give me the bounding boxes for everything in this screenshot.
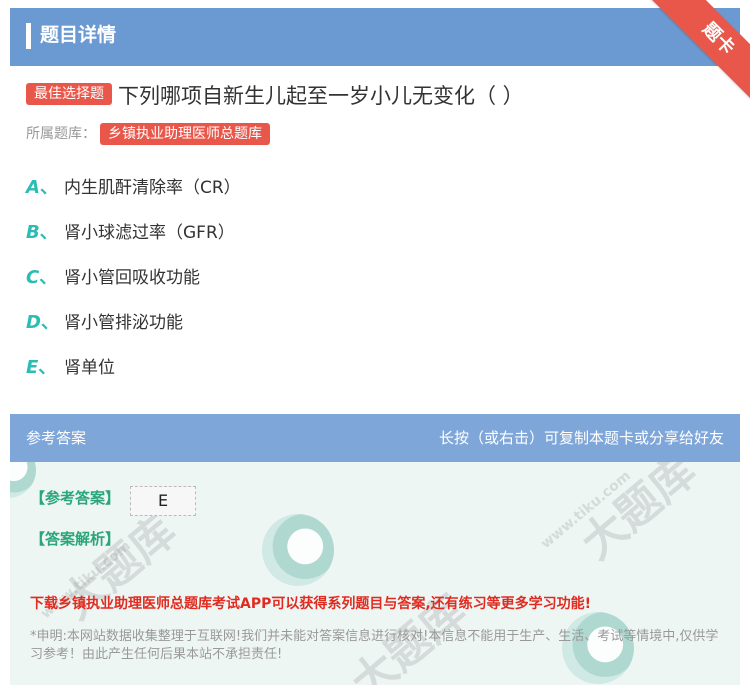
option-text: 肾小球滤过率（GFR）: [64, 223, 235, 243]
watermark-logo-icon: [262, 514, 334, 586]
answer-section-header: 参考答案 长按（或右击）可复制本题卡或分享给好友: [10, 414, 740, 462]
option-text: 肾小管排泌功能: [64, 313, 183, 333]
option-text: 内生肌酐清除率（CR）: [64, 178, 241, 198]
disclaimer-text: *申明:本网站数据收集整理于互联网!我们并未能对答案信息进行核对!本信息不能用于…: [30, 629, 719, 662]
bank-tag[interactable]: 乡镇执业助理医师总题库: [100, 123, 270, 145]
bank-label: 所属题库：: [26, 126, 96, 142]
option-letter: B、: [26, 222, 58, 243]
download-app-link[interactable]: 下载乡镇执业助理医师总题库考试APP可以获得系列题目与答案,还有练习等更多学习功…: [30, 593, 591, 613]
option-b[interactable]: B、 肾小球滤过率（GFR）: [26, 220, 235, 246]
option-letter: A、: [26, 177, 58, 198]
question-type-badge: 最佳选择题: [26, 82, 112, 105]
page-title: 题目详情: [40, 24, 117, 46]
option-a[interactable]: A、 内生肌酐清除率（CR）: [26, 175, 241, 201]
option-d[interactable]: D、 肾小管排泌功能: [26, 310, 183, 336]
question-row: 最佳选择题 下列哪项自新生儿起至一岁小儿无变化（ ）: [26, 80, 726, 110]
share-hint: 长按（或右击）可复制本题卡或分享给好友: [438, 429, 724, 447]
option-text: 肾小管回吸收功能: [64, 268, 200, 288]
answer-value: E: [130, 486, 196, 516]
option-e[interactable]: E、 肾单位: [26, 355, 115, 381]
question-text: 下列哪项自新生儿起至一岁小儿无变化（ ）: [118, 84, 524, 108]
option-letter: E、: [26, 357, 57, 378]
header-accent-bar: [26, 23, 31, 49]
answer-section-title: 参考答案: [26, 429, 87, 447]
question-bank-row: 所属题库： 乡镇执业助理医师总题库: [26, 121, 270, 145]
analysis-label: 【答案解析】: [30, 530, 121, 548]
answer-label: 【参考答案】: [30, 489, 121, 507]
header-bar: 题目详情: [10, 8, 740, 66]
option-letter: C、: [26, 267, 58, 288]
option-text: 肾单位: [64, 358, 115, 378]
answer-section-body: 大题库 大题库 大题库 www.tiku.com www.tiku.com 【参…: [10, 462, 740, 685]
option-c[interactable]: C、 肾小管回吸收功能: [26, 265, 200, 291]
option-letter: D、: [26, 312, 59, 333]
